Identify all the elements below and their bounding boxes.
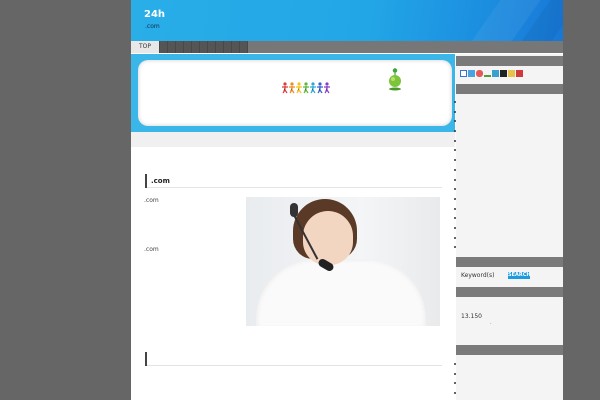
section-title: .com bbox=[151, 177, 170, 185]
page-container: 24h .com TOP .com .com .com Keyword(s) S… bbox=[131, 0, 563, 400]
google-icon[interactable] bbox=[460, 70, 467, 77]
site-header: 24h .com bbox=[131, 0, 563, 41]
heading-marker bbox=[145, 352, 147, 366]
link-icon[interactable] bbox=[476, 70, 483, 77]
main-nav: TOP bbox=[131, 41, 563, 53]
section-heading: .com bbox=[145, 174, 442, 188]
note-icon[interactable] bbox=[508, 70, 515, 77]
nav-item-top[interactable]: TOP bbox=[131, 41, 159, 53]
banner-panel bbox=[138, 60, 452, 126]
star-icon[interactable] bbox=[500, 70, 507, 77]
photo-shirt bbox=[256, 259, 426, 326]
operator-photo bbox=[246, 197, 440, 326]
search-label: Keyword(s) bbox=[461, 272, 495, 279]
site-title[interactable]: 24h bbox=[144, 9, 165, 20]
people-chain-icon bbox=[282, 82, 330, 94]
counter-text: 13.150 bbox=[461, 313, 482, 320]
sidebar-list bbox=[460, 98, 465, 253]
flag-icon[interactable] bbox=[516, 70, 523, 77]
counter-dot: . bbox=[490, 320, 492, 326]
nav-item-bar[interactable] bbox=[159, 41, 248, 53]
folder-icon[interactable] bbox=[492, 70, 499, 77]
photo-face bbox=[303, 211, 353, 265]
sidebar-heading bbox=[456, 84, 563, 94]
banner-footer-strip bbox=[131, 132, 455, 147]
sidebar-heading bbox=[456, 345, 563, 355]
heading-marker bbox=[145, 174, 147, 188]
sidebar-heading bbox=[456, 257, 563, 267]
body-text: .com bbox=[144, 246, 159, 253]
bookmark-icon[interactable] bbox=[468, 70, 475, 77]
sidebar-icon-row bbox=[460, 70, 523, 78]
site-subtitle: .com bbox=[145, 23, 160, 30]
sidebar-heading bbox=[456, 56, 563, 66]
globe-plant-icon bbox=[389, 68, 401, 91]
body-text: .com bbox=[144, 197, 159, 204]
pen-icon[interactable] bbox=[484, 70, 491, 77]
sidebar-list bbox=[460, 360, 465, 399]
section-heading bbox=[145, 352, 442, 366]
header-banner bbox=[131, 54, 455, 132]
search-button[interactable]: SEARCH bbox=[508, 272, 531, 279]
sidebar: Keyword(s) SEARCH 13.150 . bbox=[456, 54, 563, 400]
sidebar-heading bbox=[456, 287, 563, 297]
